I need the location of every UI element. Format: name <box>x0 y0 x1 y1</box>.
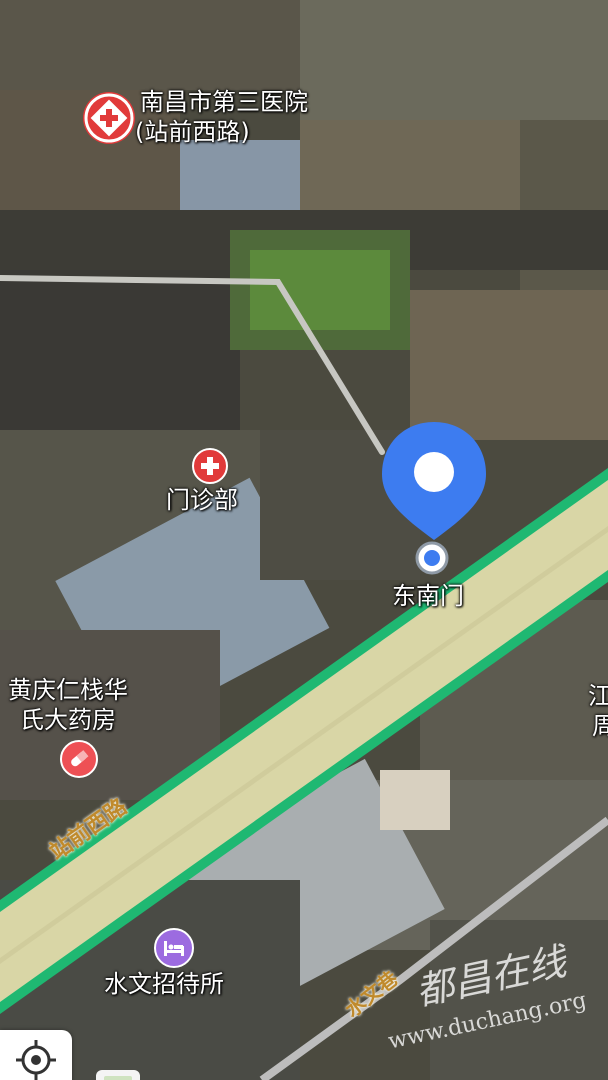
hotel-label[interactable]: 水文招待所 <box>104 970 224 999</box>
medical-cross-icon[interactable] <box>192 448 228 484</box>
crosshair-icon <box>16 1040 56 1080</box>
hospital-icon[interactable] <box>83 92 135 144</box>
pharmacy-label-line2[interactable]: 氏大药房 <box>20 706 116 735</box>
gate-dot-icon[interactable] <box>414 540 450 576</box>
pharmacy-label-line1[interactable]: 黄庆仁栈华 <box>8 676 128 705</box>
hospital-label-line2[interactable]: (站前西路) <box>135 118 250 147</box>
gate-label[interactable]: 东南门 <box>392 582 464 611</box>
bed-icon[interactable] <box>154 928 194 968</box>
edge-label-line1[interactable]: 江 <box>588 682 608 711</box>
locate-button[interactable] <box>0 1030 72 1080</box>
location-pin-icon[interactable] <box>380 420 488 542</box>
map-view[interactable]: 南昌市第三医院 (站前西路) 门诊部 东南门 黄庆仁栈华 氏大药房 江 周 站前… <box>0 0 608 1080</box>
layers-icon[interactable] <box>96 1070 140 1080</box>
pill-icon[interactable] <box>60 740 98 778</box>
edge-label-line2[interactable]: 周 <box>592 712 608 741</box>
hospital-label-line1[interactable]: 南昌市第三医院 <box>140 88 308 117</box>
clinic-label[interactable]: 门诊部 <box>166 486 238 515</box>
satellite-imagery <box>0 0 608 1080</box>
